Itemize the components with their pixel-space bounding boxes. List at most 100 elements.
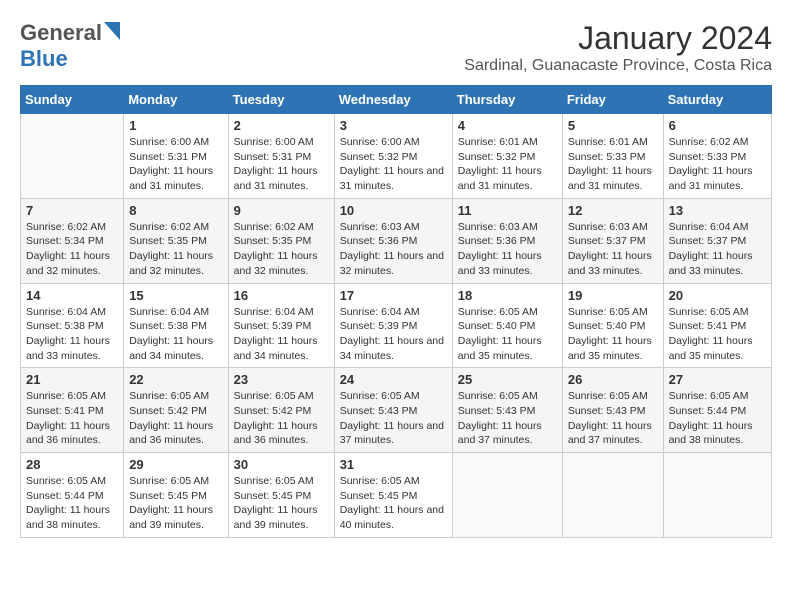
day-info: Sunrise: 6:01 AMSunset: 5:32 PMDaylight:…	[458, 135, 557, 194]
calendar-header-row: SundayMondayTuesdayWednesdayThursdayFrid…	[21, 86, 772, 114]
day-number: 7	[26, 203, 118, 218]
calendar-cell: 23 Sunrise: 6:05 AMSunset: 5:42 PMDayligh…	[228, 368, 334, 453]
day-number: 29	[129, 457, 222, 472]
calendar-week-row: 1Sunrise: 6:00 AMSunset: 5:31 PMDaylight…	[21, 114, 772, 199]
calendar-cell: 29 Sunrise: 6:05 AMSunset: 5:45 PMDayligh…	[124, 453, 228, 538]
day-info: Sunrise: 6:01 AMSunset: 5:33 PMDaylight:…	[568, 135, 658, 194]
calendar-cell: 20 Sunrise: 6:05 AMSunset: 5:41 PMDayligh…	[663, 283, 771, 368]
day-number: 30	[234, 457, 329, 472]
day-info: Sunrise: 6:04 AMSunset: 5:37 PMDaylight:…	[669, 220, 766, 279]
weekday-header: Saturday	[663, 86, 771, 114]
day-number: 27	[669, 372, 766, 387]
calendar-cell: 14Sunrise: 6:04 AMSunset: 5:38 PMDayligh…	[21, 283, 124, 368]
calendar-cell: 18 Sunrise: 6:05 AMSunset: 5:40 PMDayligh…	[452, 283, 562, 368]
day-info: Sunrise: 6:03 AMSunset: 5:36 PMDaylight:…	[458, 220, 557, 279]
calendar-cell: 3 Sunrise: 6:00 AMSunset: 5:32 PMDaylight…	[334, 114, 452, 199]
calendar-cell: 8 Sunrise: 6:02 AMSunset: 5:35 PMDaylight…	[124, 198, 228, 283]
calendar-cell	[21, 114, 124, 199]
logo-general: General	[20, 20, 102, 46]
day-number: 14	[26, 288, 118, 303]
day-number: 17	[340, 288, 447, 303]
day-number: 31	[340, 457, 447, 472]
calendar-week-row: 21 Sunrise: 6:05 AMSunset: 5:41 PMDayligh…	[21, 368, 772, 453]
day-number: 11	[458, 203, 557, 218]
logo-triangle-icon	[104, 22, 120, 44]
calendar-cell: 16Sunrise: 6:04 AMSunset: 5:39 PMDayligh…	[228, 283, 334, 368]
calendar-cell: 30Sunrise: 6:05 AMSunset: 5:45 PMDayligh…	[228, 453, 334, 538]
calendar-cell: 9Sunrise: 6:02 AMSunset: 5:35 PMDaylight…	[228, 198, 334, 283]
calendar-cell: 4 Sunrise: 6:01 AMSunset: 5:32 PMDaylight…	[452, 114, 562, 199]
calendar-cell: 11 Sunrise: 6:03 AMSunset: 5:36 PMDayligh…	[452, 198, 562, 283]
calendar-cell: 31 Sunrise: 6:05 AMSunset: 5:45 PMDayligh…	[334, 453, 452, 538]
calendar-cell: 19 Sunrise: 6:05 AMSunset: 5:40 PMDayligh…	[562, 283, 663, 368]
day-info: Sunrise: 6:02 AMSunset: 5:33 PMDaylight:…	[669, 135, 766, 194]
calendar-week-row: 28Sunrise: 6:05 AMSunset: 5:44 PMDayligh…	[21, 453, 772, 538]
day-number: 24	[340, 372, 447, 387]
day-info: Sunrise: 6:02 AMSunset: 5:34 PMDaylight:…	[26, 220, 118, 279]
day-number: 8	[129, 203, 222, 218]
calendar-table: SundayMondayTuesdayWednesdayThursdayFrid…	[20, 85, 772, 538]
calendar-cell: 21 Sunrise: 6:05 AMSunset: 5:41 PMDayligh…	[21, 368, 124, 453]
calendar-cell: 28Sunrise: 6:05 AMSunset: 5:44 PMDayligh…	[21, 453, 124, 538]
day-number: 6	[669, 118, 766, 133]
logo-blue: Blue	[20, 46, 68, 71]
calendar-cell: 6 Sunrise: 6:02 AMSunset: 5:33 PMDaylight…	[663, 114, 771, 199]
calendar-cell: 13 Sunrise: 6:04 AMSunset: 5:37 PMDayligh…	[663, 198, 771, 283]
calendar-cell: 12 Sunrise: 6:03 AMSunset: 5:37 PMDayligh…	[562, 198, 663, 283]
day-number: 4	[458, 118, 557, 133]
day-info: Sunrise: 6:05 AMSunset: 5:45 PMDaylight:…	[129, 474, 222, 533]
weekday-header: Friday	[562, 86, 663, 114]
day-number: 28	[26, 457, 118, 472]
day-number: 13	[669, 203, 766, 218]
day-info: Sunrise: 6:05 AMSunset: 5:40 PMDaylight:…	[568, 305, 658, 364]
day-number: 5	[568, 118, 658, 133]
day-number: 1	[129, 118, 222, 133]
calendar-cell: 5 Sunrise: 6:01 AMSunset: 5:33 PMDaylight…	[562, 114, 663, 199]
day-info: Sunrise: 6:05 AMSunset: 5:41 PMDaylight:…	[26, 389, 118, 448]
day-info: Sunrise: 6:05 AMSunset: 5:43 PMDaylight:…	[458, 389, 557, 448]
day-number: 15	[129, 288, 222, 303]
day-number: 23	[234, 372, 329, 387]
page-subtitle: Sardinal, Guanacaste Province, Costa Ric…	[464, 57, 772, 75]
day-number: 19	[568, 288, 658, 303]
calendar-cell	[562, 453, 663, 538]
calendar-cell: 25Sunrise: 6:05 AMSunset: 5:43 PMDayligh…	[452, 368, 562, 453]
title-area: January 2024 Sardinal, Guanacaste Provin…	[464, 20, 772, 75]
calendar-cell: 1Sunrise: 6:00 AMSunset: 5:31 PMDaylight…	[124, 114, 228, 199]
day-info: Sunrise: 6:00 AMSunset: 5:32 PMDaylight:…	[340, 135, 447, 194]
logo: General Blue	[20, 20, 120, 72]
weekday-header: Sunday	[21, 86, 124, 114]
day-info: Sunrise: 6:02 AMSunset: 5:35 PMDaylight:…	[129, 220, 222, 279]
calendar-cell: 10 Sunrise: 6:03 AMSunset: 5:36 PMDayligh…	[334, 198, 452, 283]
day-number: 18	[458, 288, 557, 303]
calendar-week-row: 7 Sunrise: 6:02 AMSunset: 5:34 PMDaylight…	[21, 198, 772, 283]
day-info: Sunrise: 6:05 AMSunset: 5:40 PMDaylight:…	[458, 305, 557, 364]
calendar-cell: 24 Sunrise: 6:05 AMSunset: 5:43 PMDayligh…	[334, 368, 452, 453]
day-number: 2	[234, 118, 329, 133]
day-info: Sunrise: 6:05 AMSunset: 5:42 PMDaylight:…	[234, 389, 329, 448]
day-info: Sunrise: 6:03 AMSunset: 5:36 PMDaylight:…	[340, 220, 447, 279]
day-info: Sunrise: 6:05 AMSunset: 5:43 PMDaylight:…	[340, 389, 447, 448]
day-number: 10	[340, 203, 447, 218]
day-number: 20	[669, 288, 766, 303]
calendar-cell: 22Sunrise: 6:05 AMSunset: 5:42 PMDayligh…	[124, 368, 228, 453]
day-number: 16	[234, 288, 329, 303]
day-info: Sunrise: 6:05 AMSunset: 5:43 PMDaylight:…	[568, 389, 658, 448]
day-number: 9	[234, 203, 329, 218]
calendar-cell	[452, 453, 562, 538]
day-info: Sunrise: 6:05 AMSunset: 5:44 PMDaylight:…	[669, 389, 766, 448]
weekday-header: Monday	[124, 86, 228, 114]
day-number: 12	[568, 203, 658, 218]
calendar-cell: 15Sunrise: 6:04 AMSunset: 5:38 PMDayligh…	[124, 283, 228, 368]
calendar-cell: 17Sunrise: 6:04 AMSunset: 5:39 PMDayligh…	[334, 283, 452, 368]
weekday-header: Wednesday	[334, 86, 452, 114]
day-info: Sunrise: 6:05 AMSunset: 5:45 PMDaylight:…	[340, 474, 447, 533]
calendar-cell: 2Sunrise: 6:00 AMSunset: 5:31 PMDaylight…	[228, 114, 334, 199]
day-info: Sunrise: 6:05 AMSunset: 5:41 PMDaylight:…	[669, 305, 766, 364]
day-number: 21	[26, 372, 118, 387]
weekday-header: Thursday	[452, 86, 562, 114]
day-number: 3	[340, 118, 447, 133]
page-title: January 2024	[464, 20, 772, 57]
day-info: Sunrise: 6:03 AMSunset: 5:37 PMDaylight:…	[568, 220, 658, 279]
calendar-week-row: 14Sunrise: 6:04 AMSunset: 5:38 PMDayligh…	[21, 283, 772, 368]
